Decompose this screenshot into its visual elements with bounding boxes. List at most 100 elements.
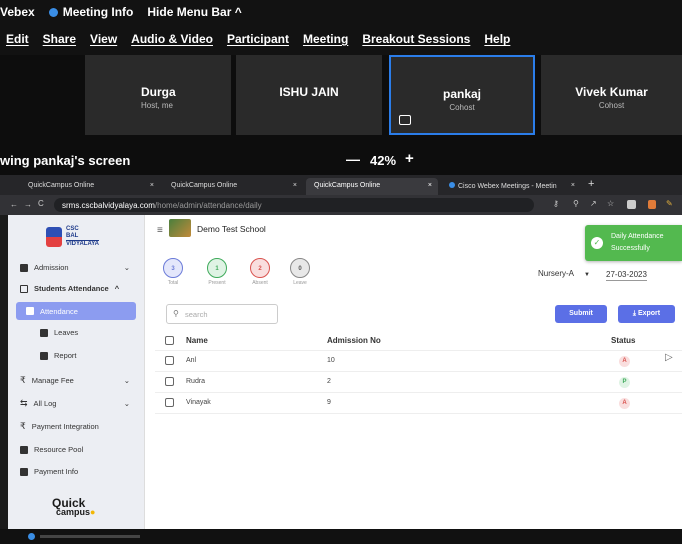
zoom-in-button[interactable]: + bbox=[405, 150, 414, 167]
close-tab-icon[interactable]: × bbox=[571, 182, 575, 189]
participant-tile-durga[interactable]: Durga Host, me bbox=[85, 55, 231, 135]
browser-tab-strip: QuickCampus Online × QuickCampus Online × … bbox=[0, 175, 682, 195]
taskbar-app-label[interactable] bbox=[40, 535, 140, 538]
participant-tile-vivek-kumar[interactable]: Vivek Kumar Cohost bbox=[541, 55, 682, 135]
menu-edit[interactable]: Edit bbox=[6, 32, 29, 46]
menu-view[interactable]: View bbox=[90, 32, 117, 46]
taskbar-app-icon[interactable] bbox=[28, 533, 35, 540]
menu-audio-video[interactable]: Audio & Video bbox=[131, 32, 213, 46]
pen-icon[interactable]: ✎ bbox=[666, 199, 673, 208]
sidebar-item-students-attendance[interactable]: Students Attendance ^ bbox=[20, 284, 140, 293]
sidebar-item-admission[interactable]: Admission ⌄ bbox=[20, 263, 130, 272]
table-row: Anl 10 A bbox=[155, 351, 682, 372]
class-select[interactable]: Nursery-A ▼ bbox=[538, 269, 590, 278]
sidebar-item-attendance[interactable]: Attendance bbox=[16, 302, 136, 320]
stat-present-label: Present bbox=[208, 280, 226, 286]
browser-tab-active[interactable]: QuickCampus Online × bbox=[306, 178, 438, 195]
student-name: Vinayak bbox=[186, 399, 211, 406]
chevron-up-icon: ^ bbox=[114, 284, 120, 293]
close-tab-icon[interactable]: × bbox=[150, 182, 154, 189]
calendar-icon bbox=[20, 284, 28, 293]
menu-meeting[interactable]: Meeting bbox=[303, 32, 348, 46]
date-field[interactable]: 27-03-2023 bbox=[606, 270, 647, 281]
export-button[interactable]: ⤓ Export bbox=[618, 305, 675, 323]
close-tab-icon[interactable]: × bbox=[428, 182, 432, 189]
search-input[interactable]: ⚲ search bbox=[166, 304, 278, 324]
stat-absent-label: Absent bbox=[252, 280, 268, 286]
status-badge[interactable]: A bbox=[619, 398, 630, 409]
app-name: Vebex bbox=[0, 4, 35, 19]
table-row: Vinayak 9 A bbox=[155, 393, 682, 414]
mouse-cursor-icon: ▷ bbox=[665, 352, 673, 363]
hide-menu-bar-button[interactable]: Hide Menu Bar ^ bbox=[147, 5, 241, 19]
school-logo bbox=[169, 219, 191, 237]
check-icon bbox=[26, 307, 34, 315]
row-checkbox[interactable] bbox=[165, 377, 174, 386]
sharing-label: wing pankaj's screen bbox=[0, 153, 131, 168]
browser-tab[interactable]: QuickCampus Online × bbox=[20, 178, 160, 195]
stat-total-label: Total bbox=[167, 280, 179, 286]
admission-number: 9 bbox=[327, 399, 331, 406]
rupee-icon: ₹ bbox=[20, 421, 26, 431]
log-icon: ⇆ bbox=[20, 398, 28, 408]
stat-leave: 0 bbox=[290, 258, 310, 278]
header-status: Status bbox=[611, 336, 636, 345]
sidebar-item-payment-info[interactable]: Payment Info bbox=[20, 467, 78, 476]
row-checkbox[interactable] bbox=[165, 356, 174, 365]
participant-tile-ishu-jain[interactable]: ISHU JAIN bbox=[236, 55, 382, 135]
check-circle-icon: ✓ bbox=[591, 237, 603, 249]
menu-help[interactable]: Help bbox=[484, 32, 510, 46]
menu-share[interactable]: Share bbox=[43, 32, 76, 46]
select-all-checkbox[interactable] bbox=[165, 336, 174, 345]
success-toast: ✓ Daily Attendance Successfully bbox=[585, 225, 682, 261]
profile-icon[interactable] bbox=[648, 200, 656, 209]
participant-tile-pankaj[interactable]: pankaj Cohost bbox=[389, 55, 535, 135]
extension-icon[interactable] bbox=[627, 200, 636, 209]
status-badge[interactable]: P bbox=[619, 377, 630, 388]
row-checkbox[interactable] bbox=[165, 398, 174, 407]
sidebar-item-manage-fee[interactable]: ₹ Manage Fee ⌄ bbox=[20, 375, 130, 386]
search-icon: ⚲ bbox=[173, 309, 179, 318]
admission-number: 10 bbox=[327, 357, 335, 364]
info-icon bbox=[48, 7, 58, 17]
browser-tab[interactable]: QuickCampus Online × bbox=[163, 178, 303, 195]
sidebar-item-payment-integration[interactable]: ₹ Payment Integration bbox=[20, 421, 99, 432]
rupee-icon: ₹ bbox=[20, 375, 26, 385]
graduation-cap-icon bbox=[20, 263, 28, 272]
participant-strip: Durga Host, me ISHU JAIN pankaj Cohost V… bbox=[0, 55, 682, 147]
close-tab-icon[interactable]: × bbox=[293, 182, 297, 189]
reload-icon[interactable]: C bbox=[38, 199, 44, 208]
sidebar-item-resource-pool[interactable]: Resource Pool bbox=[20, 445, 83, 454]
browser-tab[interactable]: Cisco Webex Meetings - Meetin × bbox=[441, 178, 581, 195]
status-badge[interactable]: A bbox=[619, 356, 630, 367]
sidebar-item-report[interactable]: Report bbox=[40, 351, 77, 360]
new-tab-button[interactable]: + bbox=[588, 178, 594, 190]
taskbar bbox=[0, 529, 682, 544]
key-icon[interactable]: ⚷ bbox=[553, 199, 559, 208]
table-row: Rudra 2 P bbox=[155, 372, 682, 393]
zoom-level: 42% bbox=[370, 153, 397, 168]
forward-icon[interactable]: → bbox=[24, 200, 32, 209]
stat-leave-label: Leave bbox=[293, 280, 307, 286]
share-icon[interactable]: ↗ bbox=[590, 199, 597, 208]
meeting-info-button[interactable]: Meeting Info bbox=[48, 5, 133, 19]
menu-toggle-icon[interactable]: ≡ bbox=[157, 225, 163, 236]
zoom-out-button[interactable]: — bbox=[346, 151, 360, 167]
star-icon[interactable]: ☆ bbox=[607, 199, 614, 208]
student-name: Anl bbox=[186, 357, 197, 364]
menu-breakout-sessions[interactable]: Breakout Sessions bbox=[362, 32, 470, 46]
admission-number: 2 bbox=[327, 378, 331, 385]
student-name: Rudra bbox=[186, 378, 206, 385]
receipt-icon bbox=[20, 467, 28, 476]
zoom-icon[interactable]: ⚲ bbox=[573, 199, 579, 208]
submit-button[interactable]: Submit bbox=[555, 305, 607, 323]
sidebar-item-leaves[interactable]: Leaves bbox=[40, 328, 78, 337]
back-icon[interactable]: ← bbox=[10, 200, 18, 209]
screen-share-icon bbox=[399, 115, 411, 125]
sidebar-item-all-log[interactable]: ⇆ All Log ⌄ bbox=[20, 398, 130, 409]
chevron-down-icon: ▼ bbox=[584, 272, 590, 278]
quickcampus-logo: Quick campus● bbox=[52, 496, 96, 517]
menu-participant[interactable]: Participant bbox=[227, 32, 289, 46]
url-bar[interactable]: srms.cscbalvidyalaya.com/home/admin/atte… bbox=[54, 198, 534, 212]
stat-total: 3 bbox=[163, 258, 183, 278]
